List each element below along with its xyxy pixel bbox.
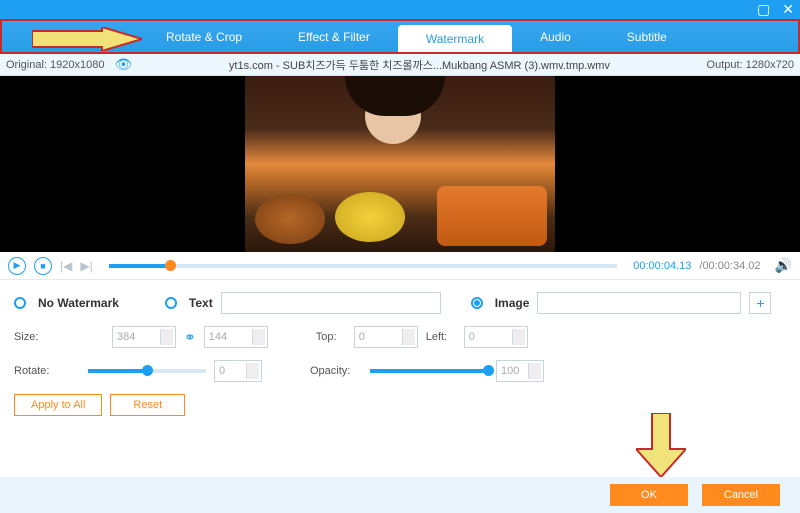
volume-icon[interactable]: 🔊 <box>775 257 792 274</box>
tab-audio[interactable]: Audio <box>512 21 599 52</box>
maximize-icon[interactable]: ▢ <box>757 1 770 18</box>
reset-button[interactable]: Reset <box>110 394 185 416</box>
left-stepper[interactable]: 0 <box>464 326 528 348</box>
play-button[interactable]: ▶ <box>8 257 26 275</box>
aspect-lock-icon[interactable]: ⚭ <box>184 329 196 346</box>
tab-subtitle[interactable]: Subtitle <box>599 21 695 52</box>
size-width-stepper[interactable]: 384 <box>112 326 176 348</box>
top-label: Top: <box>316 331 346 343</box>
rotate-slider[interactable] <box>88 369 206 373</box>
image-watermark-input[interactable] <box>537 292 741 314</box>
rotate-value-stepper[interactable]: 0 <box>214 360 262 382</box>
video-preview-area <box>0 76 800 252</box>
filename-label: yt1s.com - SUB치즈가득 두툼한 치즈롤까스...Mukbang A… <box>132 57 706 73</box>
text-watermark-input[interactable] <box>221 292 441 314</box>
timeline-knob[interactable] <box>165 260 176 271</box>
next-frame-button[interactable]: ▶| <box>80 259 92 273</box>
tab-watermark[interactable]: Watermark <box>398 25 512 52</box>
time-current: 00:00:04.13 <box>633 260 691 272</box>
opacity-value-stepper[interactable]: 100 <box>496 360 544 382</box>
cancel-button[interactable]: Cancel <box>702 484 780 506</box>
original-resolution: Original: 1920x1080 <box>6 59 104 71</box>
close-icon[interactable]: ✕ <box>782 1 794 18</box>
timeline-slider[interactable] <box>109 264 618 268</box>
size-label: Size: <box>14 331 66 343</box>
radio-no-watermark-label: No Watermark <box>38 296 119 310</box>
opacity-label: Opacity: <box>310 365 362 377</box>
info-bar: Original: 1920x1080 👁 yt1s.com - SUB치즈가득… <box>0 54 800 76</box>
ok-button[interactable]: OK <box>610 484 688 506</box>
window-controls: ▢ ✕ <box>0 0 800 19</box>
apply-to-all-button[interactable]: Apply to All <box>14 394 102 416</box>
time-total: /00:00:34.02 <box>699 260 760 272</box>
tab-effect-filter[interactable]: Effect & Filter <box>270 21 398 52</box>
opacity-slider[interactable] <box>370 369 488 373</box>
output-resolution: Output: 1280x720 <box>707 59 794 71</box>
tab-bar: Rotate & Crop Effect & Filter Watermark … <box>0 19 800 54</box>
add-image-button[interactable]: + <box>749 292 771 314</box>
radio-no-watermark[interactable] <box>14 297 26 309</box>
rotate-label: Rotate: <box>14 365 66 377</box>
dialog-footer: OK Cancel <box>0 477 800 513</box>
prev-frame-button[interactable]: |◀ <box>60 259 72 273</box>
left-label: Left: <box>426 331 456 343</box>
watermark-form: No Watermark Text Image + Size: 384 ⚭ 14… <box>0 280 800 432</box>
radio-text[interactable] <box>165 297 177 309</box>
radio-image[interactable] <box>471 297 483 309</box>
radio-image-label: Image <box>495 296 530 310</box>
video-frame[interactable] <box>245 76 555 252</box>
tab-rotate-crop[interactable]: Rotate & Crop <box>138 21 270 52</box>
radio-text-label: Text <box>189 296 213 310</box>
top-stepper[interactable]: 0 <box>354 326 418 348</box>
stop-button[interactable]: ■ <box>34 257 52 275</box>
preview-toggle-icon[interactable]: 👁 <box>114 56 132 73</box>
size-height-stepper[interactable]: 144 <box>204 326 268 348</box>
playback-controls: ▶ ■ |◀ ▶| 00:00:04.13/00:00:34.02 🔊 <box>0 252 800 280</box>
